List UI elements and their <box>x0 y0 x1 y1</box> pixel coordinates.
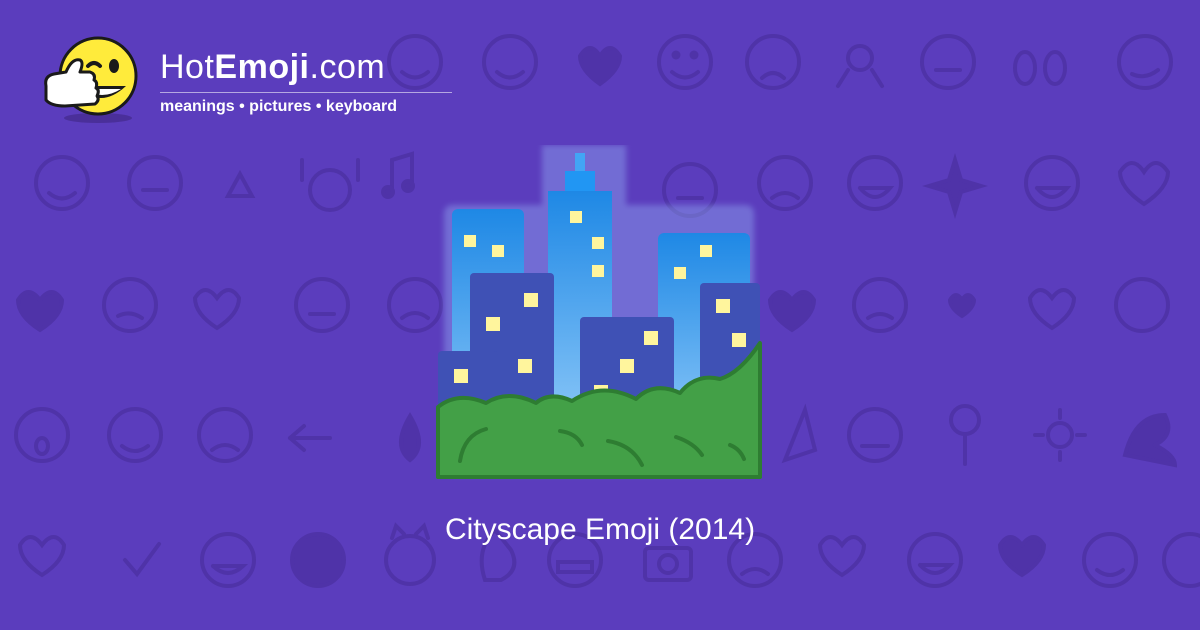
bg-raising-hands-icon <box>300 158 360 212</box>
site-name-emoji: Emoji <box>214 48 310 86</box>
bg-smiling-devil-icon <box>107 407 163 463</box>
site-name: HotEmoji.com <box>160 48 385 87</box>
bg-tongue-face-icon <box>847 407 903 463</box>
bg-tongue-face-icon <box>294 277 350 333</box>
bg-relieved-face-icon <box>34 155 90 211</box>
bg-heart-icon <box>1027 288 1077 331</box>
bg-tired-face-icon <box>745 34 801 90</box>
bg-scream-face-icon <box>14 407 70 463</box>
site-logo[interactable]: HotEmoji.com meanings • pictures • keybo… <box>38 34 468 134</box>
bg-sun-icon <box>1033 408 1087 462</box>
bg-music-notes-icon <box>381 151 415 199</box>
emoji-caption: Cityscape Emoji (2014) <box>444 513 756 546</box>
bg-heart-icon <box>192 288 242 331</box>
bg-heart-icon <box>577 46 623 87</box>
bg-camera-icon <box>643 546 693 582</box>
bg-grinning-face-icon <box>1024 155 1080 211</box>
logo-divider <box>160 92 452 93</box>
bg-hearts-icon <box>947 293 977 319</box>
bg-smiley-icon <box>657 34 713 90</box>
bg-eyes-icon <box>1013 50 1067 86</box>
site-tagline: meanings • pictures • keyboard <box>160 98 398 115</box>
winking-thumbs-up-smiley-icon <box>44 36 138 123</box>
bg-heart-arrow-icon <box>767 290 817 333</box>
bg-smirk-face-icon <box>1117 34 1173 90</box>
bg-sparkles-icon <box>922 153 988 219</box>
bg-fire-icon <box>399 412 421 463</box>
bg-grinning-face-icon <box>847 155 903 211</box>
bg-angry-face-icon <box>197 407 253 463</box>
bg-check-mark-icon <box>123 542 161 578</box>
bg-heart-icon <box>1117 161 1171 207</box>
bg-confused-face-icon <box>102 277 158 333</box>
bg-rose-icon <box>949 404 981 466</box>
bg-face-icon <box>127 155 183 211</box>
site-name-com: .com <box>309 48 386 86</box>
bg-recycle-icon <box>224 169 256 198</box>
bg-left-arrow-icon <box>288 424 332 452</box>
bg-smiley-icon <box>482 34 538 90</box>
bg-party-popper-icon <box>781 403 818 464</box>
bg-tired-face-icon <box>852 277 908 333</box>
bg-monkey-icon <box>1114 277 1170 333</box>
bg-neutral-face-icon <box>920 34 976 90</box>
site-name-hot: Hot <box>160 48 215 86</box>
bg-ok-hand-icon <box>836 44 884 88</box>
cityscape-icon <box>436 145 762 479</box>
bg-flexed-biceps-icon <box>1122 412 1178 468</box>
bg-broken-heart-icon <box>15 290 65 333</box>
